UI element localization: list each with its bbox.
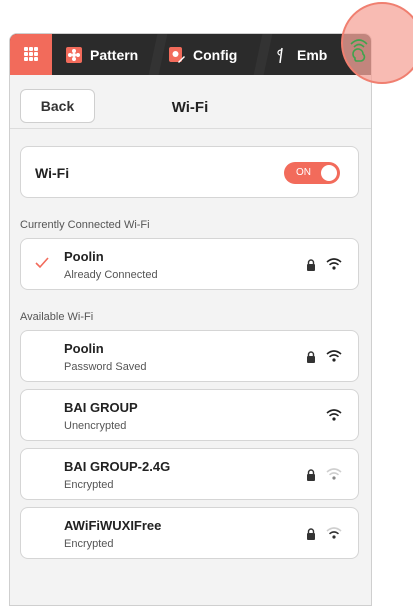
lock-icon bbox=[307, 259, 315, 271]
tab-emb-label: Emb bbox=[297, 46, 328, 63]
wifi-toggle-card: Wi-Fi ON bbox=[20, 146, 359, 198]
wifi-signal-icon bbox=[326, 409, 342, 421]
network-status: Encrypted bbox=[64, 479, 114, 491]
lock-icon bbox=[307, 351, 315, 363]
connection-status-icon[interactable] bbox=[339, 0, 413, 88]
network-name: AWiFiWUXIFree bbox=[64, 518, 162, 533]
app-window: Pattern Config Emb Back Wi-Fi Wi-Fi ON C… bbox=[9, 33, 372, 606]
available-section-label: Available Wi-Fi bbox=[20, 311, 94, 323]
tab-emb[interactable]: Emb bbox=[273, 34, 327, 75]
needle-icon bbox=[277, 47, 283, 63]
connected-network-item[interactable]: Poolin Already Connected bbox=[20, 238, 359, 290]
network-name: BAI GROUP bbox=[64, 400, 138, 415]
available-network-item[interactable]: BAI GROUP-2.4G Encrypted bbox=[20, 448, 359, 500]
tab-pattern[interactable]: Pattern bbox=[66, 34, 138, 75]
grid-icon bbox=[24, 47, 38, 61]
wifi-signal-icon bbox=[326, 527, 342, 539]
toggle-state-label: ON bbox=[296, 167, 311, 178]
wifi-signal-icon bbox=[326, 468, 342, 480]
lock-icon bbox=[307, 528, 315, 540]
available-network-item[interactable]: Poolin Password Saved bbox=[20, 330, 359, 382]
toggle-knob bbox=[321, 165, 337, 181]
back-button[interactable]: Back bbox=[20, 89, 95, 123]
wifi-signal-icon bbox=[326, 350, 342, 362]
available-network-item[interactable]: AWiFiWUXIFree Encrypted bbox=[20, 507, 359, 559]
wifi-signal-icon bbox=[326, 258, 342, 270]
checkmark-icon bbox=[35, 257, 49, 269]
tab-separator bbox=[253, 34, 273, 75]
network-name: Poolin bbox=[64, 249, 104, 264]
tab-config-label: Config bbox=[193, 46, 238, 63]
tab-separator bbox=[148, 34, 168, 75]
tab-pattern-label: Pattern bbox=[90, 46, 139, 63]
wifi-toggle[interactable]: ON bbox=[284, 162, 340, 184]
grid-menu-button[interactable] bbox=[10, 34, 52, 75]
page-header: Back Wi-Fi bbox=[10, 75, 371, 129]
network-status: Unencrypted bbox=[64, 420, 127, 432]
network-name: BAI GROUP-2.4G bbox=[64, 459, 171, 474]
wifi-toggle-label: Wi-Fi bbox=[35, 165, 70, 181]
top-navigation-bar: Pattern Config Emb bbox=[10, 34, 371, 75]
tab-config[interactable]: Config bbox=[169, 34, 237, 75]
config-edit-icon bbox=[169, 46, 185, 63]
flower-icon bbox=[66, 46, 82, 63]
network-status: Already Connected bbox=[64, 269, 158, 281]
network-name: Poolin bbox=[64, 341, 104, 356]
available-network-item[interactable]: BAI GROUP Unencrypted bbox=[20, 389, 359, 441]
lock-icon bbox=[307, 469, 315, 481]
connected-section-label: Currently Connected Wi-Fi bbox=[20, 219, 150, 231]
page-title: Wi-Fi bbox=[171, 99, 209, 116]
network-status: Encrypted bbox=[64, 538, 114, 550]
network-status: Password Saved bbox=[64, 361, 147, 373]
